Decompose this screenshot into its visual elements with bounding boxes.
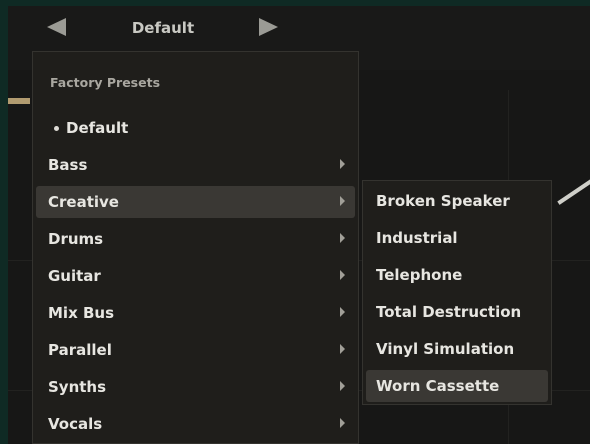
submenu-item-label: Vinyl Simulation — [376, 340, 515, 358]
submenu-item-broken-speaker[interactable]: Broken Speaker — [366, 185, 548, 217]
submenu-item-telephone[interactable]: Telephone — [366, 259, 548, 291]
chevron-right-icon — [340, 307, 345, 317]
creative-submenu: Broken Speaker Industrial Telephone Tota… — [362, 180, 552, 405]
menu-item-label: Bass — [48, 156, 88, 174]
submenu-item-label: Worn Cassette — [376, 377, 500, 395]
previous-preset-icon[interactable] — [47, 18, 66, 36]
menu-item-vocals[interactable]: Vocals — [36, 408, 355, 440]
submenu-item-vinyl-simulation[interactable]: Vinyl Simulation — [366, 333, 548, 365]
submenu-item-industrial[interactable]: Industrial — [366, 222, 548, 254]
menu-item-default[interactable]: Default — [36, 112, 355, 144]
menu-item-label: Parallel — [48, 341, 112, 359]
submenu-item-worn-cassette[interactable]: Worn Cassette — [366, 370, 548, 402]
menu-item-bass[interactable]: Bass — [36, 149, 355, 181]
chevron-right-icon — [340, 196, 345, 206]
menu-item-parallel[interactable]: Parallel — [36, 334, 355, 366]
menu-item-label: Default — [66, 119, 129, 137]
chevron-right-icon — [340, 418, 345, 428]
chevron-right-icon — [340, 381, 345, 391]
chevron-right-icon — [340, 344, 345, 354]
submenu-item-label: Industrial — [376, 229, 458, 247]
menu-item-label: Mix Bus — [48, 304, 115, 322]
menu-item-label: Creative — [48, 193, 119, 211]
menu-header: Factory Presets — [50, 75, 161, 90]
selected-bullet-icon — [54, 126, 59, 131]
menu-item-label: Vocals — [48, 415, 103, 433]
submenu-item-label: Total Destruction — [376, 303, 522, 321]
preset-menu: Factory Presets Default Bass Creative Dr… — [32, 51, 359, 444]
current-preset-name[interactable]: Default — [113, 19, 213, 37]
submenu-item-label: Telephone — [376, 266, 463, 284]
chevron-right-icon — [340, 233, 345, 243]
menu-item-mix-bus[interactable]: Mix Bus — [36, 297, 355, 329]
menu-item-creative[interactable]: Creative — [36, 186, 355, 218]
menu-item-drums[interactable]: Drums — [36, 223, 355, 255]
menu-item-label: Drums — [48, 230, 104, 248]
chevron-right-icon — [340, 159, 345, 169]
next-preset-icon[interactable] — [259, 18, 278, 36]
menu-item-label: Guitar — [48, 267, 101, 285]
chevron-right-icon — [340, 270, 345, 280]
menu-item-guitar[interactable]: Guitar — [36, 260, 355, 292]
menu-item-synths[interactable]: Synths — [36, 371, 355, 403]
accent-mark — [8, 98, 30, 104]
submenu-item-label: Broken Speaker — [376, 192, 510, 210]
submenu-item-total-destruction[interactable]: Total Destruction — [366, 296, 548, 328]
menu-item-label: Synths — [48, 378, 107, 396]
